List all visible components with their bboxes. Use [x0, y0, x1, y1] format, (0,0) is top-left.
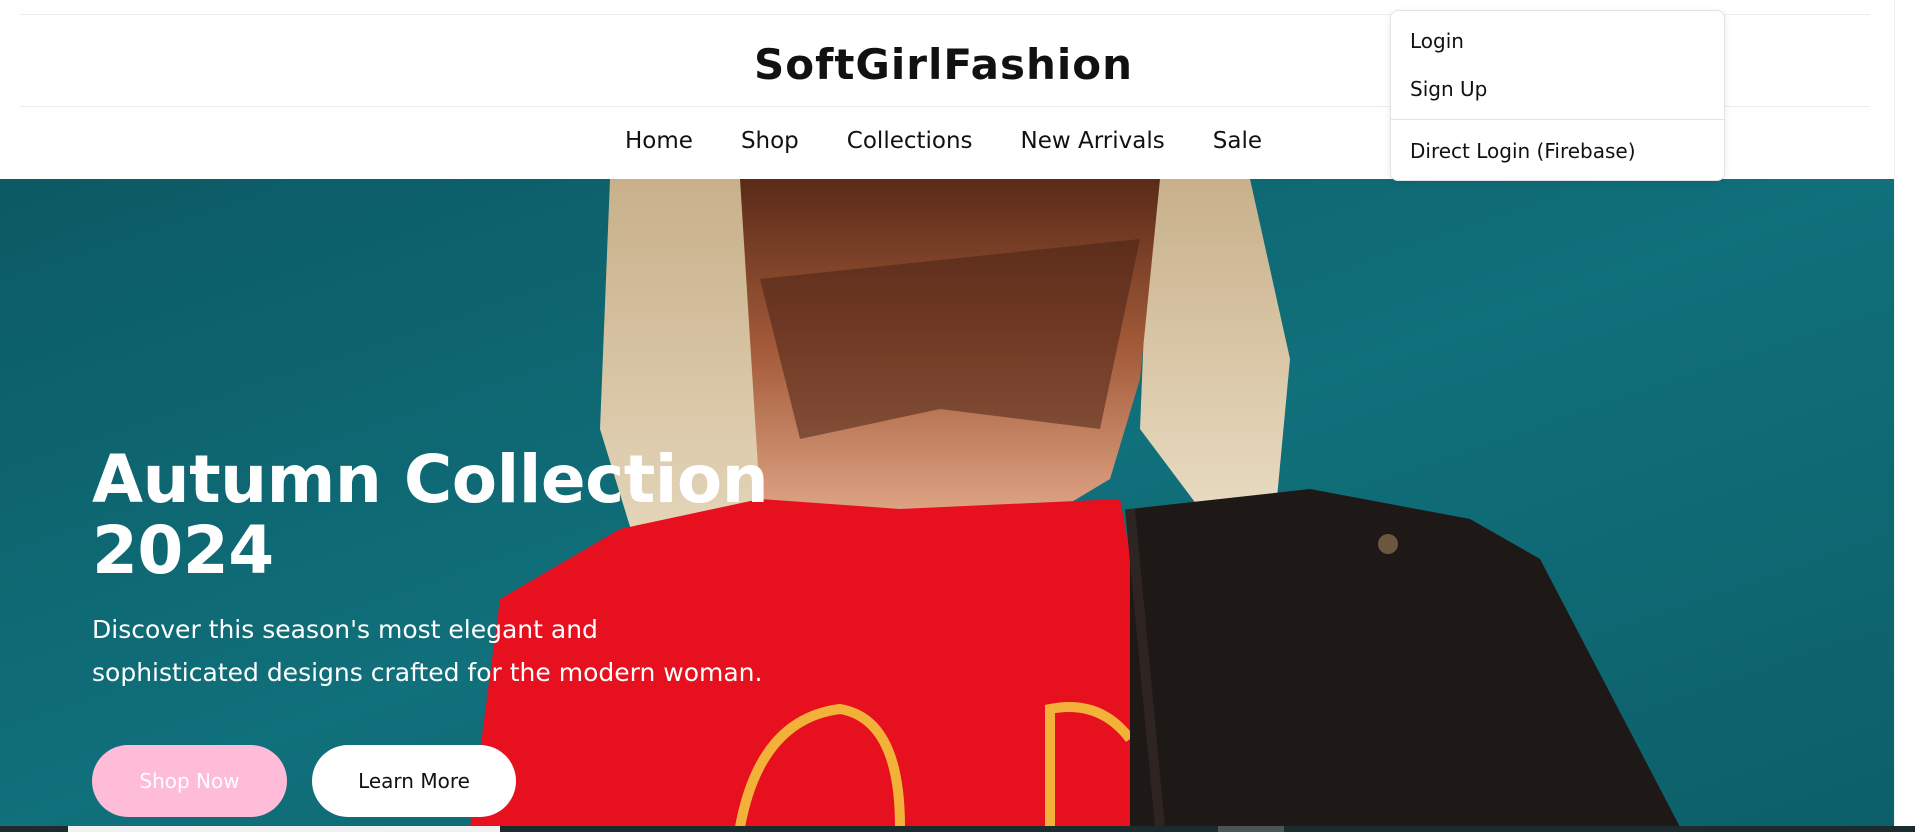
bottom-strip-selection: [68, 826, 500, 832]
hero-title: Autumn Collection 2024: [92, 444, 792, 586]
login-menu-item[interactable]: Login: [1410, 29, 1464, 53]
nav-new-arrivals[interactable]: New Arrivals: [1021, 128, 1165, 154]
bottom-scrollbar[interactable]: [0, 826, 1915, 832]
shop-now-button[interactable]: Shop Now: [92, 745, 287, 817]
nav-collections[interactable]: Collections: [847, 128, 973, 154]
nav-home[interactable]: Home: [625, 128, 693, 154]
window-edge: [1894, 0, 1915, 832]
hero-banner: Autumn Collection 2024 Discover this sea…: [0, 179, 1894, 827]
hero-text: Autumn Collection 2024 Discover this sea…: [92, 444, 792, 694]
nav-sale[interactable]: Sale: [1213, 128, 1262, 154]
hero-actions: Shop Now Learn More: [92, 745, 516, 817]
hero-subtitle: Discover this season's most elegant and …: [92, 615, 763, 687]
nav-shop[interactable]: Shop: [741, 128, 799, 154]
hero-title-line2: 2024: [92, 512, 274, 589]
learn-more-button[interactable]: Learn More: [312, 745, 516, 817]
signup-menu-item[interactable]: Sign Up: [1410, 77, 1487, 101]
direct-login-menu-item[interactable]: Direct Login (Firebase): [1410, 139, 1636, 163]
hero-title-line1: Autumn Collection: [92, 441, 769, 518]
account-dropdown: Login Sign Up Direct Login (Firebase): [1390, 10, 1725, 181]
menu-divider: [1391, 119, 1724, 120]
scrollbar-thumb[interactable]: [1218, 826, 1284, 832]
